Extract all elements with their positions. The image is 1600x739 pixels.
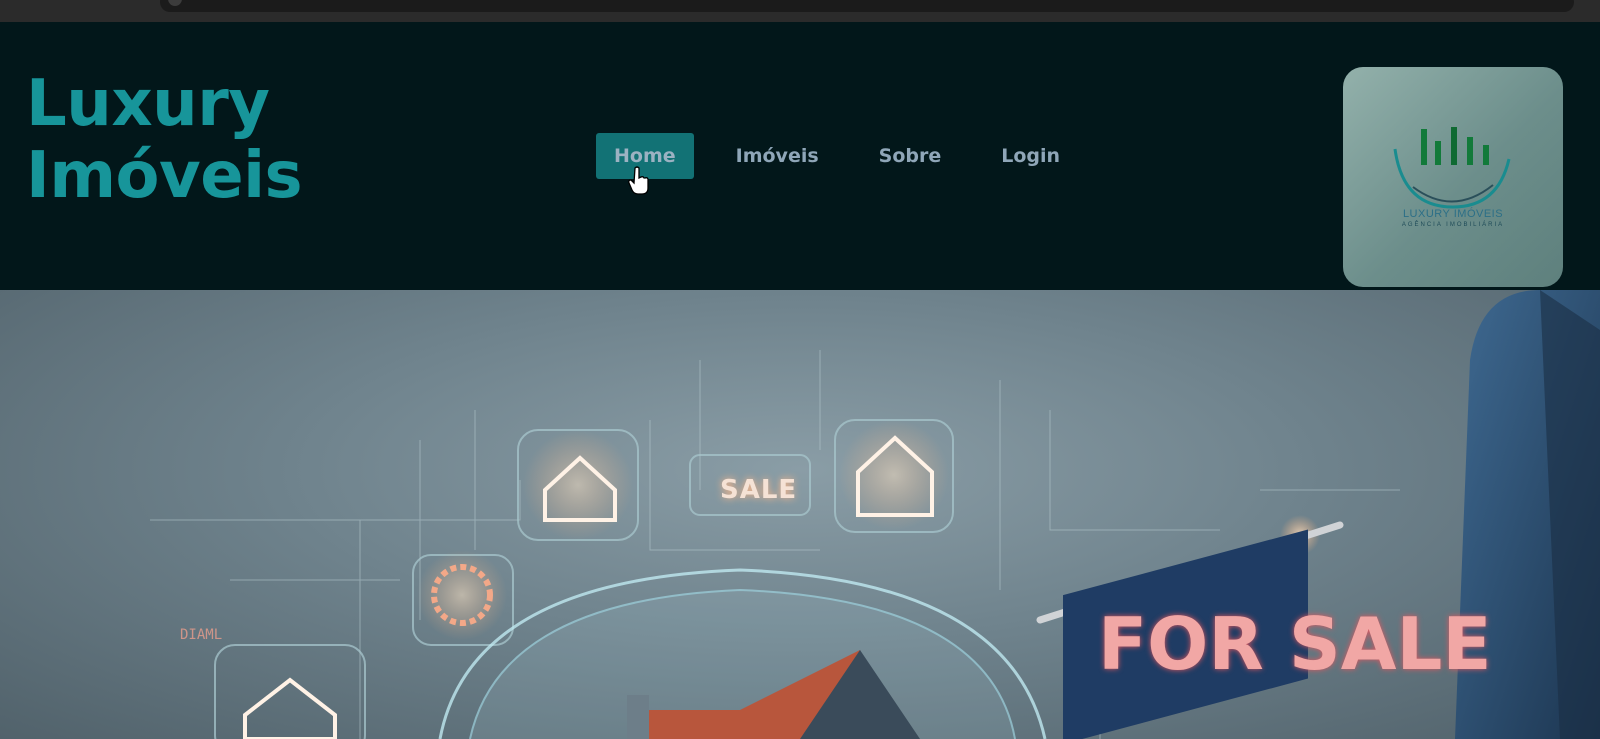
site-header: Luxury Imóveis Home Imóveis Sobre Login … — [0, 22, 1600, 290]
browser-top-bar — [0, 0, 1600, 23]
address-bar[interactable] — [160, 0, 1574, 12]
logo-graphic-icon — [1393, 127, 1511, 209]
for-sale-sign-text: FOR SALE — [1098, 602, 1492, 686]
logo-subtitle: AGÊNCIA IMOBILIÁRIA — [1401, 222, 1505, 228]
brand-line-1: Luxury — [26, 67, 270, 141]
hero-label-diamond: DIAML — [180, 627, 223, 643]
nav-sobre[interactable]: Sobre — [861, 133, 960, 179]
nav-login[interactable]: Login — [983, 133, 1078, 179]
main-nav: Home Imóveis Sobre Login — [596, 133, 1102, 179]
hero-banner: SALE FOR SALE DIAML — [0, 290, 1600, 739]
sale-sign-text: SALE — [720, 475, 798, 505]
brand-line-2: Imóveis — [26, 139, 303, 213]
hand-cursor-icon — [628, 166, 649, 195]
brand-title[interactable]: Luxury Imóveis — [26, 67, 303, 213]
company-logo[interactable]: LUXURY IMÓVEIS AGÊNCIA IMOBILIÁRIA — [1343, 67, 1563, 287]
nav-imoveis[interactable]: Imóveis — [718, 133, 837, 179]
logo-name: LUXURY IMÓVEIS — [1402, 208, 1504, 220]
